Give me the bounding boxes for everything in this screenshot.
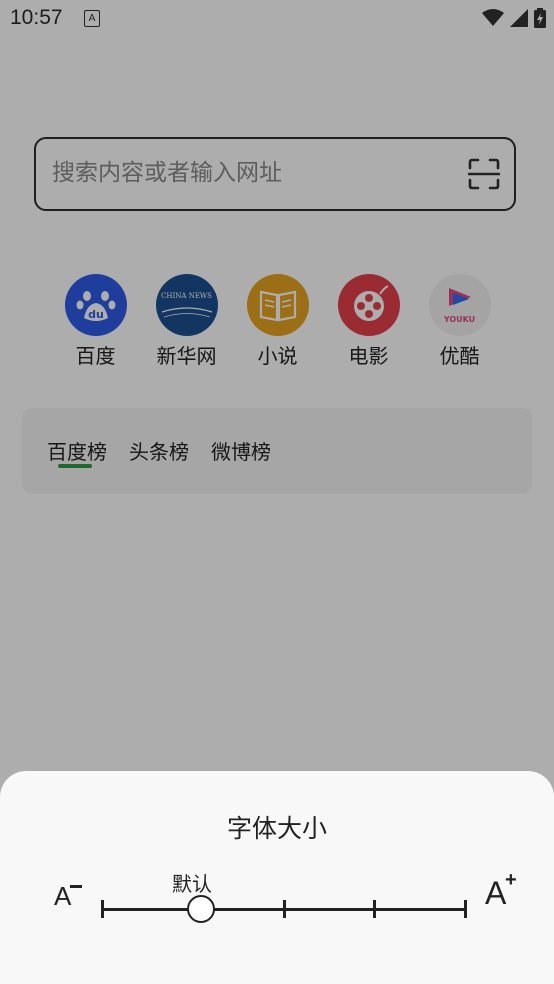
font-larger-button[interactable]: A — [485, 875, 506, 912]
slider-value-label: 默认 — [172, 872, 212, 896]
slider-tick[interactable] — [464, 900, 467, 918]
font-size-sheet: 字体大小 A A + 默认 — [0, 771, 554, 984]
slider-tick[interactable] — [283, 900, 286, 918]
slider-tick[interactable] — [373, 900, 376, 918]
slider-thumb[interactable] — [187, 895, 215, 923]
minus-mark — [70, 885, 82, 888]
sheet-title: 字体大小 — [226, 814, 327, 843]
plus-mark: + — [505, 869, 517, 891]
slider-tick[interactable] — [101, 900, 104, 918]
font-smaller-button[interactable]: A — [54, 881, 71, 912]
